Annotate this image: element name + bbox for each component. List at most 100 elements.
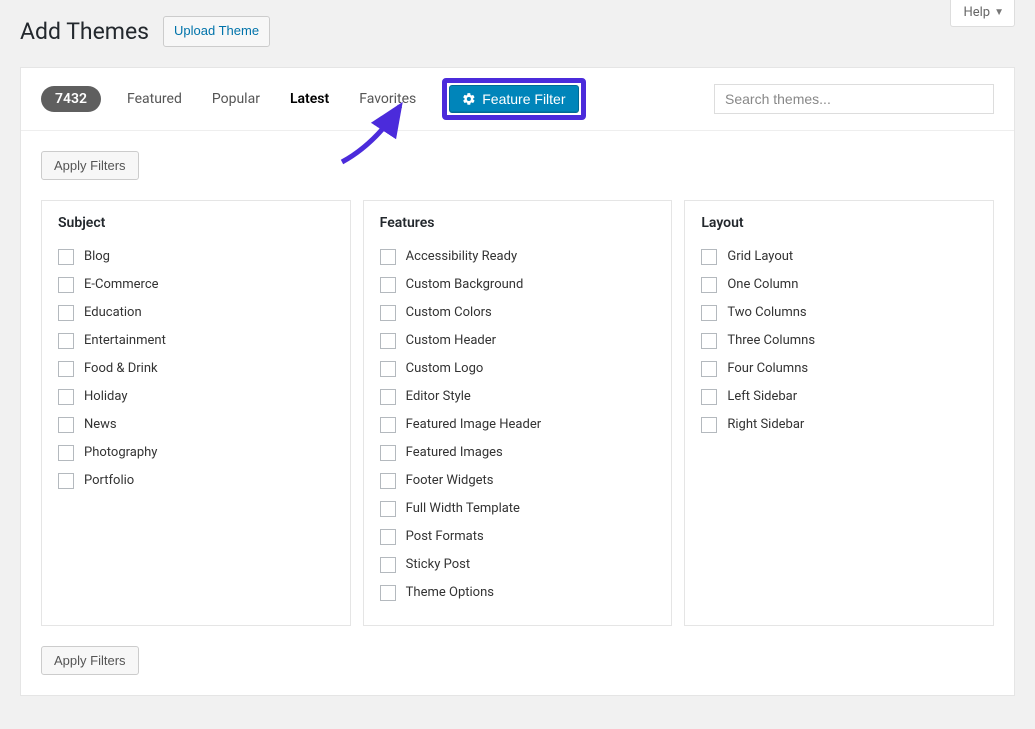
filter-option-label: Full Width Template xyxy=(406,501,520,516)
subject-list: Blog E-Commerce Education Entertainment Food… xyxy=(58,243,334,495)
filter-option-label: Footer Widgets xyxy=(406,473,494,488)
filter-option[interactable]: Holiday xyxy=(58,383,334,411)
filter-option[interactable]: Three Columns xyxy=(701,327,977,355)
checkbox-icon xyxy=(380,585,396,601)
filter-option[interactable]: Education xyxy=(58,299,334,327)
filter-option[interactable]: Left Sidebar xyxy=(701,383,977,411)
filter-option[interactable]: Blog xyxy=(58,243,334,271)
filters-body: Apply Filters Subject BlogE-CommerceEduc… xyxy=(21,131,1014,695)
apply-filters-button-bottom[interactable]: Apply Filters xyxy=(41,646,139,675)
features-title: Features xyxy=(380,215,656,231)
filter-option-label: Entertainment xyxy=(84,333,166,348)
filter-option[interactable]: Custom Header xyxy=(380,327,656,355)
filter-option-label: Education xyxy=(84,305,142,320)
filter-option[interactable]: Grid Layout xyxy=(701,243,977,271)
filter-option[interactable]: Custom Colors xyxy=(380,299,656,327)
filter-option-label: Featured Images xyxy=(406,445,503,460)
feature-filter-button[interactable]: Feature Filter xyxy=(449,85,578,113)
filter-option[interactable]: E-Commerce xyxy=(58,271,334,299)
filter-option-label: Right Sidebar xyxy=(727,417,804,432)
layout-title: Layout xyxy=(701,215,977,231)
checkbox-icon xyxy=(380,249,396,265)
filter-option-label: One Column xyxy=(727,277,798,292)
layout-list: Grid Layout One Column Two Columns Three Co… xyxy=(701,243,977,439)
help-label: Help xyxy=(963,5,990,20)
tab-latest[interactable]: Latest xyxy=(278,85,341,113)
checkbox-icon xyxy=(380,417,396,433)
checkbox-icon xyxy=(380,557,396,573)
filter-option-label: Custom Header xyxy=(406,333,496,348)
filter-option[interactable]: Custom Background xyxy=(380,271,656,299)
checkbox-icon xyxy=(701,389,717,405)
help-tab[interactable]: Help ▼ xyxy=(950,0,1015,27)
filter-option[interactable]: Entertainment xyxy=(58,327,334,355)
filter-option[interactable]: Post Formats xyxy=(380,523,656,551)
chevron-down-icon: ▼ xyxy=(994,7,1004,18)
search-input[interactable] xyxy=(714,84,994,114)
checkbox-icon xyxy=(380,333,396,349)
filter-option-label: Four Columns xyxy=(727,361,808,376)
filter-option-label: Left Sidebar xyxy=(727,389,797,404)
filter-option[interactable]: Footer Widgets xyxy=(380,467,656,495)
filter-option[interactable]: Featured Images xyxy=(380,439,656,467)
filter-option[interactable]: Editor Style xyxy=(380,383,656,411)
filter-option[interactable]: Theme Options xyxy=(380,579,656,607)
checkbox-icon xyxy=(380,361,396,377)
checkbox-icon xyxy=(701,333,717,349)
checkbox-icon xyxy=(380,501,396,517)
checkbox-icon xyxy=(380,305,396,321)
checkbox-icon xyxy=(58,389,74,405)
filter-columns: Subject BlogE-CommerceEducationEntertain… xyxy=(41,200,994,626)
main-panel: 7432 Featured Popular Latest Favorites F… xyxy=(20,67,1015,696)
tab-popular[interactable]: Popular xyxy=(200,85,272,113)
features-column: Features Accessibility Ready Custom Backg… xyxy=(363,200,673,626)
checkbox-icon xyxy=(701,277,717,293)
filter-option[interactable]: Accessibility Ready xyxy=(380,243,656,271)
feature-filter-label: Feature Filter xyxy=(482,91,565,107)
filter-option[interactable]: Right Sidebar xyxy=(701,411,977,439)
features-list: Accessibility Ready Custom Background Cust… xyxy=(380,243,656,607)
filter-option-label: Two Columns xyxy=(727,305,806,320)
checkbox-icon xyxy=(701,305,717,321)
filter-option-label: Holiday xyxy=(84,389,127,404)
checkbox-icon xyxy=(58,361,74,377)
filter-option[interactable]: Portfolio xyxy=(58,467,334,495)
upload-theme-button[interactable]: Upload Theme xyxy=(163,16,270,47)
filter-option-label: Editor Style xyxy=(406,389,471,404)
checkbox-icon xyxy=(380,473,396,489)
filter-option[interactable]: Two Columns xyxy=(701,299,977,327)
filter-option[interactable]: Four Columns xyxy=(701,355,977,383)
filter-option[interactable]: Featured Image Header xyxy=(380,411,656,439)
filter-option-label: Grid Layout xyxy=(727,249,793,264)
tab-favorites[interactable]: Favorites xyxy=(347,85,428,113)
gear-icon xyxy=(462,92,476,106)
filter-option[interactable]: Photography xyxy=(58,439,334,467)
filter-option[interactable]: Food & Drink xyxy=(58,355,334,383)
filter-option-label: Custom Colors xyxy=(406,305,492,320)
checkbox-icon xyxy=(380,389,396,405)
checkbox-icon xyxy=(380,529,396,545)
filter-option-label: Three Columns xyxy=(727,333,815,348)
tab-featured[interactable]: Featured xyxy=(115,85,194,113)
checkbox-icon xyxy=(701,361,717,377)
filter-option[interactable]: Custom Logo xyxy=(380,355,656,383)
checkbox-icon xyxy=(58,417,74,433)
filter-option-label: Portfolio xyxy=(84,473,134,488)
checkbox-icon xyxy=(701,249,717,265)
apply-filters-button-top[interactable]: Apply Filters xyxy=(41,151,139,180)
checkbox-icon xyxy=(380,445,396,461)
filter-option[interactable]: Full Width Template xyxy=(380,495,656,523)
filter-option[interactable]: Sticky Post xyxy=(380,551,656,579)
filter-option[interactable]: One Column xyxy=(701,271,977,299)
filter-option-label: Custom Logo xyxy=(406,361,484,376)
checkbox-icon xyxy=(58,473,74,489)
filter-option-label: Accessibility Ready xyxy=(406,249,517,264)
filter-option-label: Sticky Post xyxy=(406,557,470,572)
filter-option-label: Blog xyxy=(84,249,110,264)
filter-option-label: Post Formats xyxy=(406,529,484,544)
checkbox-icon xyxy=(58,277,74,293)
checkbox-icon xyxy=(58,333,74,349)
filter-option[interactable]: News xyxy=(58,411,334,439)
checkbox-icon xyxy=(380,277,396,293)
checkbox-icon xyxy=(58,305,74,321)
